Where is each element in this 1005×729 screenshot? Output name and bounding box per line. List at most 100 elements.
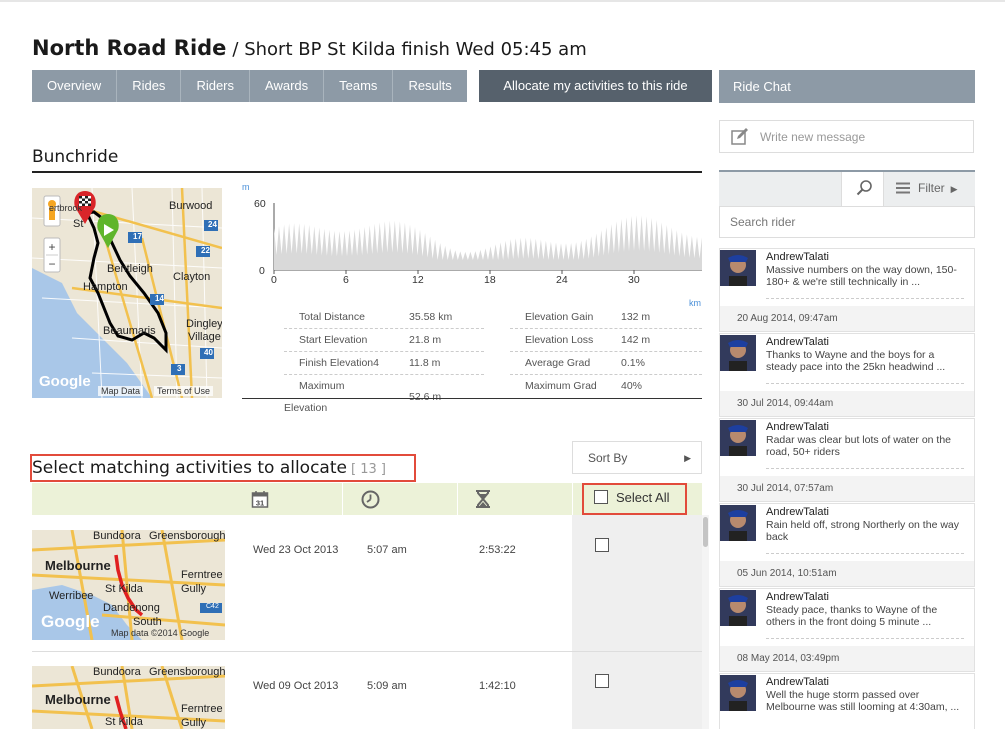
map-label: Greensborough bbox=[149, 530, 225, 542]
chat-message[interactable]: AndrewTalati Rain held off, strong North… bbox=[719, 503, 975, 587]
avatar bbox=[720, 675, 756, 711]
clock-icon[interactable] bbox=[361, 490, 380, 509]
map-label: Clayton bbox=[173, 271, 211, 283]
scrollbar-thumb[interactable] bbox=[703, 517, 708, 547]
map-label: Bundoora bbox=[93, 530, 141, 542]
map-data-link[interactable]: Map Data bbox=[98, 386, 144, 396]
road-number: 22 bbox=[201, 246, 210, 255]
stat-value: 11.8 m bbox=[409, 357, 441, 369]
activity-checkbox[interactable] bbox=[595, 538, 609, 552]
chat-message[interactable]: AndrewTalati Steady pace, thanks to Wayn… bbox=[719, 588, 975, 672]
y-tick-label: 60 bbox=[254, 198, 266, 210]
road-number: 17 bbox=[133, 232, 142, 241]
x-tick-label: 30 bbox=[628, 274, 640, 286]
stat-label: Elevation Gain bbox=[525, 311, 594, 323]
tab-awards[interactable]: Awards bbox=[250, 70, 325, 102]
map-label: Werribee bbox=[49, 590, 94, 602]
column-separator bbox=[342, 483, 343, 515]
calendar-icon[interactable]: 31 bbox=[251, 490, 269, 508]
map-label: Ferntree bbox=[181, 569, 223, 581]
terms-of-use-link[interactable]: Terms of Use bbox=[154, 386, 214, 396]
tab-teams[interactable]: Teams bbox=[324, 70, 394, 102]
tab-results[interactable]: Results bbox=[393, 70, 467, 102]
stat-value: 21.8 m bbox=[409, 334, 442, 346]
chat-author: AndrewTalati bbox=[766, 591, 829, 603]
sort-by-dropdown[interactable]: Sort By ▶ bbox=[572, 441, 702, 474]
chat-search-button[interactable] bbox=[841, 172, 884, 206]
tab-rides[interactable]: Rides bbox=[117, 70, 182, 102]
map-label: St Kilda bbox=[105, 583, 143, 595]
column-separator bbox=[457, 483, 458, 515]
map-label: Dandenong bbox=[103, 602, 160, 614]
tab-overview[interactable]: Overview bbox=[32, 70, 118, 102]
compose-icon bbox=[731, 128, 748, 145]
chat-message[interactable]: AndrewTalati Thanks to Wayne and the boy… bbox=[719, 333, 975, 417]
bunchride-title: Bunchride bbox=[32, 147, 119, 167]
chat-message[interactable]: AndrewTalati Well the huge storm passed … bbox=[719, 673, 975, 729]
stat-divider bbox=[284, 328, 484, 329]
activity-map-thumbnail[interactable]: Bundoora Greensborough Melbourne Ferntre… bbox=[32, 530, 225, 640]
stat-divider bbox=[510, 374, 702, 375]
chat-divider bbox=[766, 383, 964, 384]
map-label: Ferntree bbox=[181, 703, 223, 715]
elevation-profile: m 60 0 0 6 12 18 24 30 km bbox=[242, 182, 702, 312]
activities-scrollbar[interactable] bbox=[702, 515, 709, 729]
allocate-title-text: Select matching activities to allocate bbox=[32, 458, 347, 478]
chat-author: AndrewTalati bbox=[766, 336, 829, 348]
tab-riders[interactable]: Riders bbox=[181, 70, 251, 102]
x-tick-label: 12 bbox=[412, 274, 424, 286]
tab-ride-chat[interactable]: Ride Chat bbox=[719, 70, 975, 103]
avatar bbox=[720, 590, 756, 626]
filter-button[interactable]: Filter ▶ bbox=[918, 181, 958, 195]
allocate-title: Select matching activities to allocate[ … bbox=[32, 458, 386, 478]
page-header: North Road Ride / Short BP St Kilda finis… bbox=[32, 36, 587, 60]
stat-label: Total Distance bbox=[299, 311, 365, 323]
row-divider bbox=[32, 651, 702, 652]
stat-label: Elevation bbox=[284, 402, 328, 414]
new-message-input[interactable]: Write new message bbox=[719, 120, 974, 153]
activity-map-thumbnail[interactable]: Bundoora Greensborough Melbourne Ferntre… bbox=[32, 666, 225, 729]
map-label: Hampton bbox=[83, 281, 128, 293]
stat-value: 142 m bbox=[621, 334, 651, 346]
stat-label: Maximum bbox=[299, 380, 345, 392]
chat-author: AndrewTalati bbox=[766, 251, 829, 263]
chat-text: Radar was clear but lots of water on the… bbox=[766, 434, 952, 458]
elevation-chart bbox=[273, 203, 702, 274]
tab-allocate-activities[interactable]: Allocate my activities to this ride bbox=[479, 70, 712, 102]
x-tick-label: 0 bbox=[271, 274, 277, 286]
chat-divider bbox=[766, 468, 964, 469]
map-label: Gully bbox=[181, 583, 207, 595]
map-label: Beaumaris bbox=[103, 325, 156, 337]
activity-duration: 2:53:22 bbox=[479, 544, 516, 556]
chat-author: AndrewTalati bbox=[766, 676, 829, 688]
stat-label: Start Elevation bbox=[299, 334, 368, 346]
activity-duration: 1:42:10 bbox=[479, 680, 516, 692]
chat-timestamp: 08 May 2014, 03:49pm bbox=[720, 646, 974, 671]
chat-message[interactable]: AndrewTalati Radar was clear but lots of… bbox=[719, 418, 975, 502]
chat-author: AndrewTalati bbox=[766, 506, 829, 518]
map-label: Melbourne bbox=[45, 692, 111, 707]
chat-message[interactable]: AndrewTalati Massive numbers on the way … bbox=[719, 248, 975, 332]
section-divider bbox=[32, 171, 702, 173]
search-icon bbox=[856, 180, 872, 196]
stat-label: Finish Elevation4 bbox=[299, 357, 379, 369]
top-border bbox=[0, 0, 1005, 2]
google-logo: Google bbox=[39, 373, 91, 390]
menu-icon bbox=[896, 182, 910, 194]
activity-start-time: 5:09 am bbox=[367, 680, 407, 692]
hourglass-icon[interactable] bbox=[475, 490, 491, 508]
map-label: Bentleigh bbox=[107, 263, 153, 275]
map-label: St Kilda bbox=[105, 716, 143, 728]
activity-checkbox[interactable] bbox=[595, 674, 609, 688]
map-label: Village bbox=[188, 331, 221, 343]
map-data-credit: Map data ©2014 Google bbox=[111, 628, 210, 638]
caret-right-icon: ▶ bbox=[950, 184, 958, 194]
route-map[interactable]: + − ertbrook Burwood St Bentleigh Clayto… bbox=[32, 188, 222, 398]
x-tick-label: 24 bbox=[556, 274, 568, 286]
select-all-control[interactable]: Select All bbox=[594, 490, 669, 505]
select-all-checkbox[interactable] bbox=[594, 490, 608, 504]
map-label: South bbox=[133, 616, 162, 628]
search-rider-input[interactable]: Search rider bbox=[719, 206, 975, 238]
filter-label: Filter bbox=[918, 181, 945, 195]
chat-text: Massive numbers on the way down, 150-180… bbox=[766, 264, 957, 288]
